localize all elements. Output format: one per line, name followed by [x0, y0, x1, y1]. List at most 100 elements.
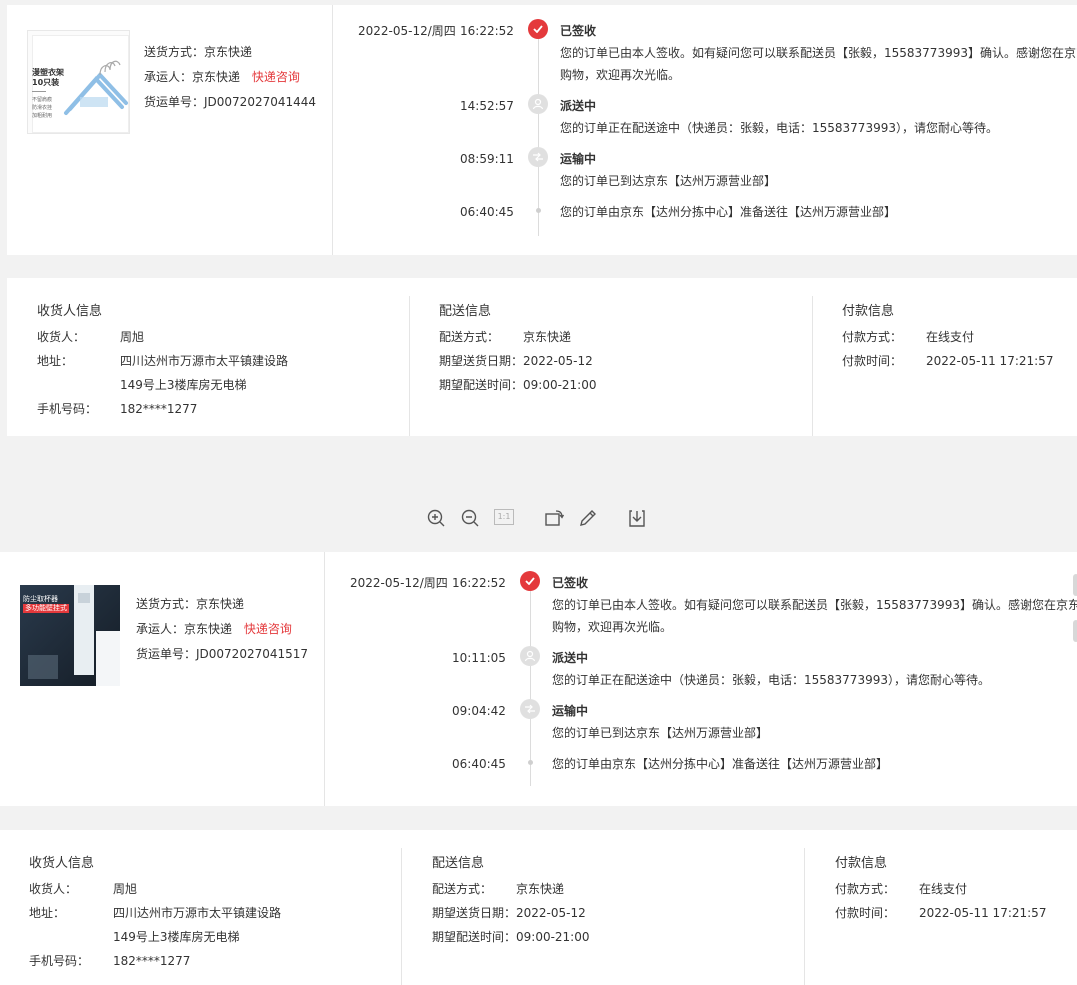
side-scroll-handle-top[interactable]	[1073, 574, 1077, 596]
order-2-transport-icon	[520, 699, 540, 719]
order-2-delivery-time-label: 期望配送时间：	[432, 930, 517, 944]
order-1-image-small2: 防滑衣挂	[32, 105, 53, 111]
order-2-date: 2022-05-12/周四	[350, 576, 448, 590]
order-2-event-3-desc: 您的订单已到达京东【达州万源营业部】	[552, 726, 769, 740]
order-1-payment-method-label: 付款方式：	[842, 330, 903, 344]
order-2-payment-method: 在线支付	[919, 882, 968, 896]
order-1-receiver-addr-label: 地址：	[37, 354, 74, 368]
order-2-receiver-name: 周旭	[113, 882, 138, 896]
order-2-receiver-phone: 182****1277	[113, 954, 191, 968]
order-2-event-1-desc-1: 您的订单已由本人签收。如有疑问您可以联系配送员【张毅，15583773993】确…	[552, 598, 1077, 612]
order-2-event-1-title: 已签收	[552, 576, 589, 590]
actual-size-label: 1:1	[497, 512, 511, 521]
order-2-delivery-time: 09:00-21:00	[516, 930, 590, 944]
download-icon[interactable]	[627, 508, 647, 528]
order-1-product-image[interactable]: 漫塑衣架 10只装 不留肩痕 防滑衣挂 加粗耐用	[27, 30, 130, 134]
order-1-delivery-title: 配送信息	[439, 304, 492, 319]
order-2-event-1-time: 16:22:52	[452, 576, 506, 590]
order-1-info-divider-1	[409, 296, 410, 436]
order-2-event-4-time: 06:40:45	[452, 757, 506, 771]
order-1-image-line2: 10只装	[32, 78, 60, 87]
order-1-payment-time: 2022-05-11 17:21:57	[926, 354, 1054, 368]
order-1-date: 2022-05-12/周四	[358, 24, 456, 38]
order-1-delivery-time: 09:00-21:00	[523, 378, 597, 392]
order-2-ship-method: 送货方式：京东快递	[136, 597, 245, 611]
order-1-divider	[332, 5, 333, 255]
order-2-event-3-time: 09:04:42	[452, 704, 506, 718]
order-1-event-2-desc: 您的订单正在配送途中（快递员：张毅，电话：15583773993），请您耐心等待…	[560, 121, 998, 135]
order-1-payment-title: 付款信息	[842, 304, 895, 319]
order-2-payment-title: 付款信息	[835, 856, 888, 871]
order-2-timeline-dot	[528, 760, 533, 765]
order-2-delivery-method: 京东快递	[516, 882, 565, 896]
order-2-info-divider-1	[401, 848, 402, 985]
order-1-signed-check-icon	[528, 19, 548, 39]
order-1-receiver-name-label: 收货人：	[37, 330, 86, 344]
order-1-courier-consult-link[interactable]: 快递咨询	[252, 70, 300, 84]
order-2-carrier-text: 承运人：京东快递	[136, 622, 233, 636]
order-2-divider	[324, 552, 325, 806]
order-1-event-4-time: 06:40:45	[460, 205, 514, 219]
order-2-info-panel: 收货人信息 收货人： 周旭 地址： 四川达州市万源市太平镇建设路 149号上3楼…	[0, 830, 1077, 985]
order-2-delivery-date: 2022-05-12	[516, 906, 586, 920]
order-1-event-1-desc-1: 您的订单已由本人签收。如有疑问您可以联系配送员【张毅，15583773993】确…	[560, 46, 1077, 60]
order-1-delivery-time-label: 期望配送时间：	[439, 378, 524, 392]
order-2-event-2-desc: 您的订单正在配送途中（快递员：张毅，电话：15583773993），请您耐心等待…	[552, 673, 990, 687]
hanger-illustration	[64, 60, 128, 115]
pencil-icon[interactable]	[578, 508, 598, 528]
order-2-receiver-addr-1: 四川达州市万源市太平镇建设路	[113, 906, 282, 920]
order-2-tracking-panel: 防尘取杯器 多功能壁挂式 送货方式：京东快递 承运人：京东快递 快递咨询 货运单…	[0, 552, 1077, 806]
order-1-delivery-date: 2022-05-12	[523, 354, 593, 368]
order-2-receiver-phone-label: 手机号码：	[29, 954, 90, 968]
order-2-signed-check-icon	[520, 571, 540, 591]
order-1-event-1-time: 16:22:52	[460, 24, 514, 38]
order-1-delivery-date-label: 期望送货日期：	[439, 354, 524, 368]
order-2-receiver-title: 收货人信息	[29, 856, 95, 871]
order-2-payment-time: 2022-05-11 17:21:57	[919, 906, 1047, 920]
order-1-receiver-title: 收货人信息	[37, 304, 103, 319]
order-1-event-2-time: 14:52:57	[460, 99, 514, 113]
order-1-payment-method: 在线支付	[926, 330, 975, 344]
order-2-delivery-method-label: 配送方式：	[432, 882, 493, 896]
order-1-image-small3: 加粗耐用	[32, 113, 53, 119]
zoom-in-icon[interactable]	[426, 508, 446, 528]
order-2-payment-time-label: 付款时间：	[835, 906, 896, 920]
order-1-payment-time-label: 付款时间：	[842, 354, 903, 368]
order-2-event-4-desc: 您的订单由京东【达州分拣中心】准备送往【达州万源营业部】	[552, 757, 889, 771]
order-1-event-3-desc: 您的订单已到达京东【达州万源营业部】	[560, 174, 777, 188]
order-1-carrier: 承运人：京东快递 快递咨询	[144, 70, 300, 84]
order-1-tracking-panel: 漫塑衣架 10只装 不留肩痕 防滑衣挂 加粗耐用 送货方式：京东快递 承运人：京…	[7, 5, 1077, 255]
rotate-icon[interactable]	[544, 508, 564, 528]
order-1-delivery-method-label: 配送方式：	[439, 330, 500, 344]
order-2-timeline-line	[530, 590, 531, 786]
order-1-receiver-name: 周旭	[120, 330, 145, 344]
order-2-delivery-title: 配送信息	[432, 856, 485, 871]
order-1-receiver-phone-label: 手机号码：	[37, 402, 98, 416]
zoom-out-icon[interactable]	[460, 508, 480, 528]
order-2-carrier: 承运人：京东快递 快递咨询	[136, 622, 292, 636]
order-2-delivery-person-icon	[520, 646, 540, 666]
order-1-delivery-person-icon	[528, 94, 548, 114]
actual-size-button[interactable]: 1:1	[494, 509, 514, 525]
order-1-receiver-addr-1: 四川达州市万源市太平镇建设路	[120, 354, 289, 368]
order-1-waybill: 货运单号：JD0072027041444	[144, 95, 317, 109]
order-2-delivery-date-label: 期望送货日期：	[432, 906, 517, 920]
order-1-receiver-phone: 182****1277	[120, 402, 198, 416]
order-1-timeline-line	[538, 38, 539, 236]
order-1-timeline-dot	[536, 208, 541, 213]
order-2-receiver-addr-2: 149号上3楼库房无电梯	[113, 930, 240, 944]
order-2-waybill: 货运单号：JD0072027041517	[136, 647, 309, 661]
order-2-receiver-addr-label: 地址：	[29, 906, 66, 920]
order-1-carrier-text: 承运人：京东快递	[144, 70, 241, 84]
order-2-courier-consult-link[interactable]: 快递咨询	[244, 622, 292, 636]
order-2-event-2-title: 派送中	[552, 651, 589, 665]
order-1-info-panel: 收货人信息 收货人： 周旭 地址： 四川达州市万源市太平镇建设路 149号上3楼…	[7, 278, 1077, 436]
order-1-transport-icon	[528, 147, 548, 167]
order-1-event-3-title: 运输中	[560, 152, 597, 166]
order-2-event-3-title: 运输中	[552, 704, 589, 718]
order-1-info-divider-2	[812, 296, 813, 436]
order-2-product-image[interactable]: 防尘取杯器 多功能壁挂式	[20, 585, 120, 686]
order-2-event-2-time: 10:11:05	[452, 651, 506, 665]
order-1-delivery-method: 京东快递	[523, 330, 572, 344]
side-scroll-handle-bottom[interactable]	[1073, 620, 1077, 642]
